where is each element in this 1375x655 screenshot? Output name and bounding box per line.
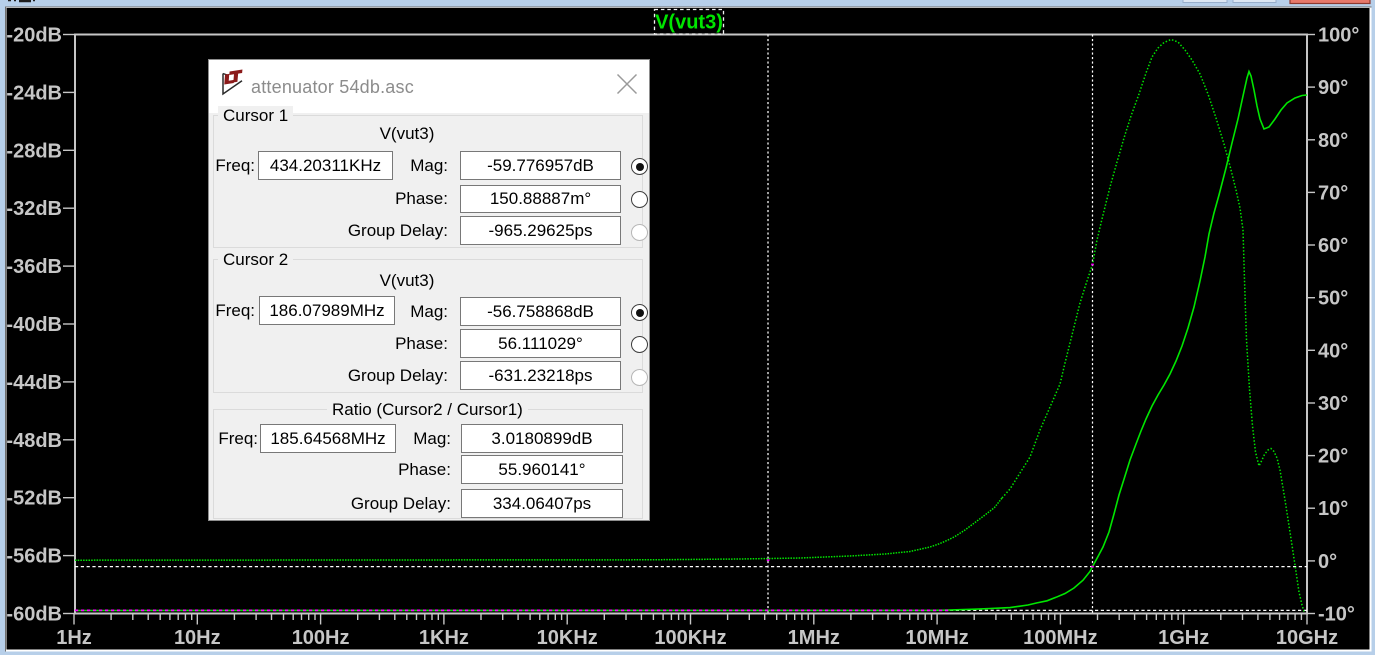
svg-text:-28dB: -28dB: [6, 140, 62, 162]
svg-text:50°: 50°: [1318, 288, 1348, 310]
svg-text:1GHz: 1GHz: [1158, 627, 1209, 649]
svg-text:100Hz: 100Hz: [292, 627, 350, 649]
svg-text:30°: 30°: [1318, 393, 1348, 415]
svg-text:10°: 10°: [1318, 498, 1348, 520]
svg-text:1KHz: 1KHz: [419, 627, 469, 649]
svg-text:70°: 70°: [1318, 182, 1348, 204]
svg-text:40°: 40°: [1318, 340, 1348, 362]
svg-text:V(vut3): V(vut3): [655, 12, 723, 34]
svg-text:80°: 80°: [1318, 130, 1348, 152]
svg-text:-52dB: -52dB: [6, 488, 62, 510]
svg-text:60°: 60°: [1318, 235, 1348, 257]
svg-text:-32dB: -32dB: [6, 198, 62, 220]
svg-text:100°: 100°: [1318, 25, 1359, 47]
svg-text:-20dB: -20dB: [6, 25, 62, 47]
svg-text:-10°: -10°: [1318, 604, 1355, 626]
svg-text:20°: 20°: [1318, 446, 1348, 468]
svg-text:-48dB: -48dB: [6, 430, 62, 452]
svg-text:-24dB: -24dB: [6, 82, 62, 104]
svg-text:-44dB: -44dB: [6, 372, 62, 394]
svg-text:10Hz: 10Hz: [174, 627, 221, 649]
svg-text:-56dB: -56dB: [6, 546, 62, 568]
svg-text:100KHz: 100KHz: [654, 627, 726, 649]
svg-text:100MHz: 100MHz: [1023, 627, 1097, 649]
svg-text:-60dB: -60dB: [6, 604, 62, 626]
svg-text:90°: 90°: [1318, 77, 1348, 99]
svg-text:-40dB: -40dB: [6, 314, 62, 336]
svg-text:0°: 0°: [1318, 551, 1337, 573]
svg-text:10MHz: 10MHz: [905, 627, 968, 649]
svg-text:10KHz: 10KHz: [537, 627, 598, 649]
svg-text:10GHz: 10GHz: [1276, 627, 1338, 649]
svg-text:1Hz: 1Hz: [56, 627, 92, 649]
svg-text:-36dB: -36dB: [6, 256, 62, 278]
svg-text:1MHz: 1MHz: [788, 627, 840, 649]
